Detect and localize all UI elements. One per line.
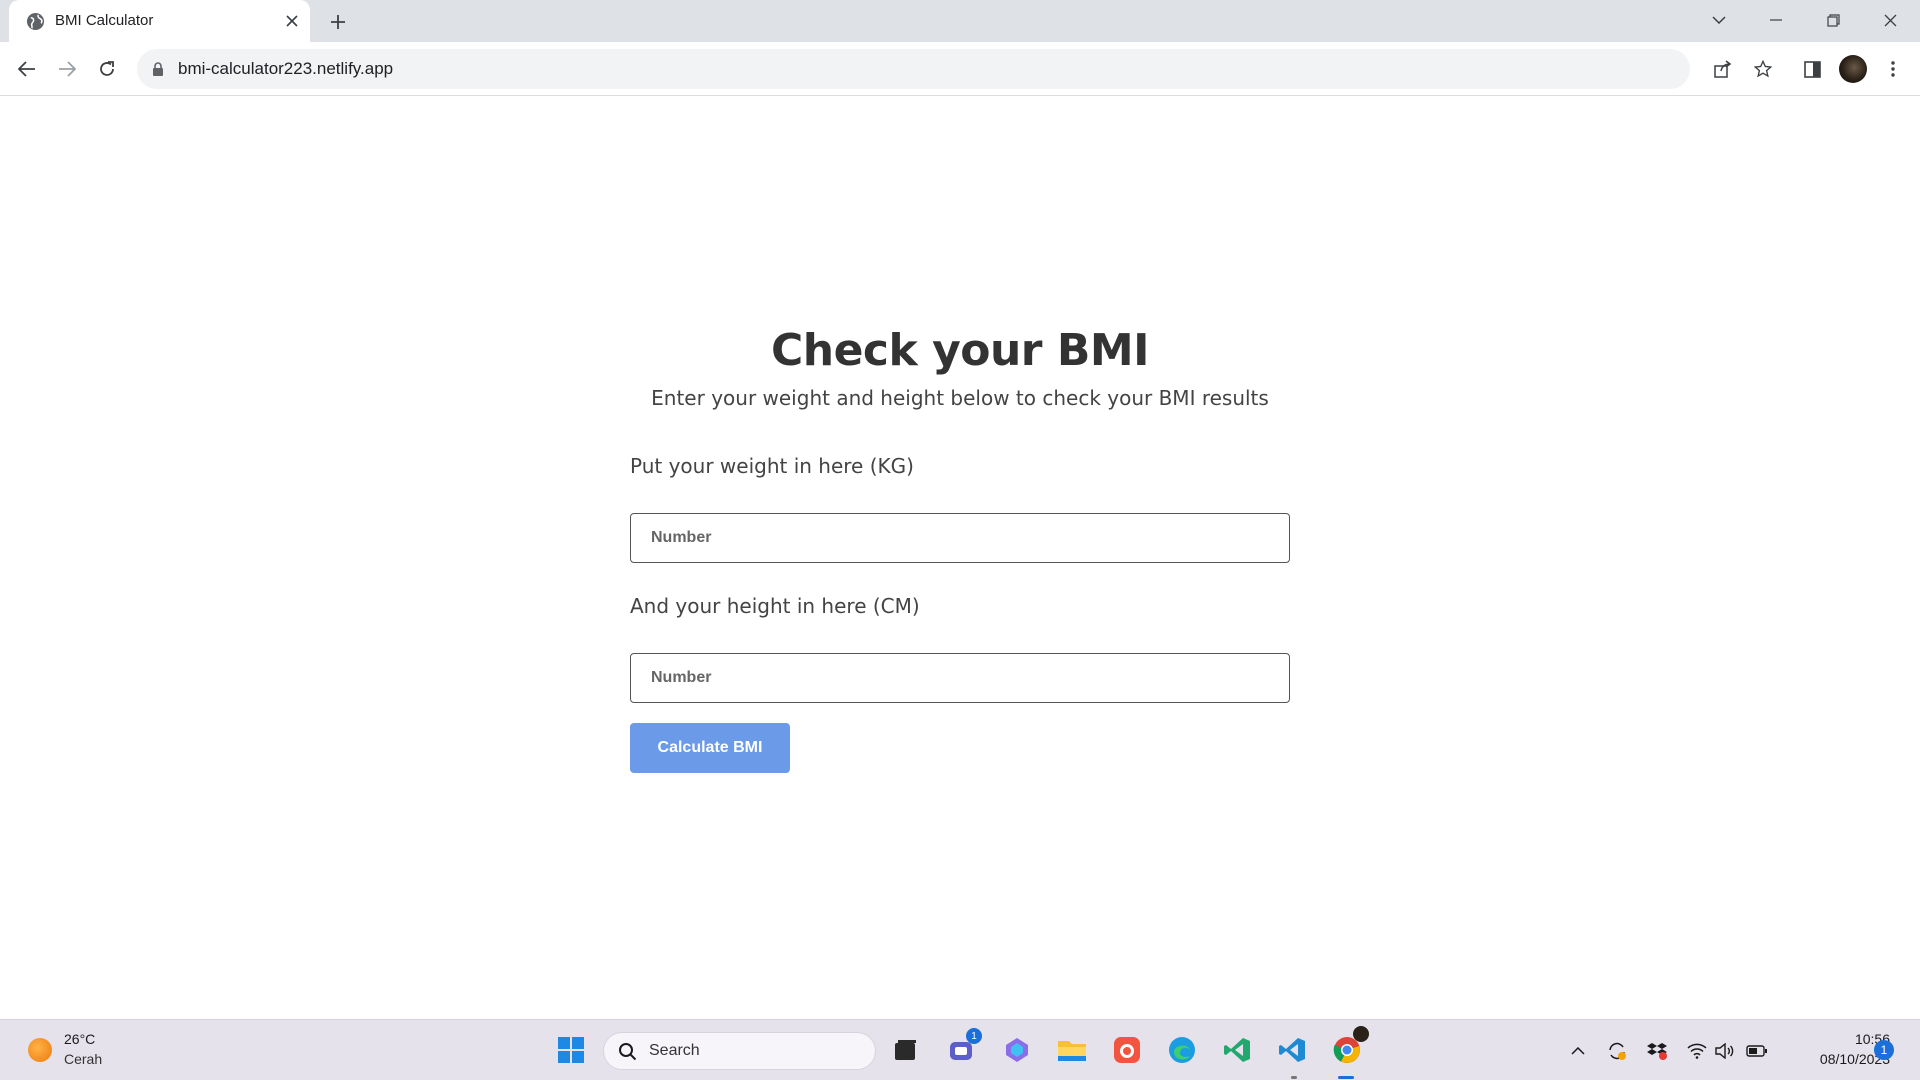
start-icon[interactable] — [555, 1034, 587, 1066]
teams-icon[interactable]: 1 — [946, 1028, 982, 1066]
browser-tab[interactable]: BMI Calculator — [9, 0, 310, 42]
battery-icon[interactable] — [1746, 1040, 1768, 1062]
clock-date[interactable]: 08/10/2023 — [1780, 1051, 1890, 1067]
tab-search-icon[interactable] — [1699, 4, 1739, 36]
edge-icon[interactable] — [1166, 1034, 1198, 1066]
wifi-icon[interactable] — [1686, 1040, 1708, 1062]
back-icon[interactable] — [12, 54, 42, 84]
calculate-bmi-button[interactable]: Calculate BMI — [630, 723, 790, 773]
task-view-icon[interactable] — [889, 1034, 921, 1066]
tab-strip: BMI Calculator — [0, 0, 1920, 42]
app-icon[interactable] — [1111, 1034, 1143, 1066]
weight-input[interactable] — [630, 513, 1290, 563]
page-content: Check your BMI Enter your weight and hei… — [0, 97, 1920, 1019]
search-label: Search — [649, 1042, 700, 1059]
weather-description[interactable]: Cerah — [64, 1051, 102, 1067]
file-explorer-icon[interactable] — [1056, 1034, 1088, 1066]
page-subtitle: Enter your weight and height below to ch… — [651, 386, 1269, 410]
profile-avatar[interactable] — [1839, 55, 1867, 83]
dropbox-icon[interactable] — [1646, 1040, 1668, 1062]
taskbar: 26°C Cerah Search 1 10:56 08/10/2023 1 — [0, 1019, 1920, 1080]
minimize-icon[interactable] — [1756, 4, 1796, 36]
height-input[interactable] — [630, 653, 1290, 703]
copilot-icon[interactable] — [1001, 1034, 1033, 1066]
tab-title: BMI Calculator — [55, 12, 154, 29]
weather-temperature[interactable]: 26°C — [64, 1031, 95, 1047]
url-text[interactable]: bmi-calculator223.netlify.app — [178, 59, 393, 79]
search-icon — [619, 1043, 637, 1061]
teams-badge: 1 — [966, 1028, 982, 1044]
side-panel-icon[interactable] — [1798, 55, 1826, 83]
address-bar[interactable]: bmi-calculator223.netlify.app — [137, 49, 1690, 89]
visual-studio-icon[interactable] — [1221, 1034, 1253, 1066]
running-indicator — [1291, 1076, 1297, 1079]
reload-icon[interactable] — [92, 54, 122, 84]
weather-sun-icon[interactable] — [28, 1038, 52, 1062]
notification-badge[interactable]: 1 — [1874, 1040, 1894, 1060]
active-app-indicator — [1338, 1076, 1354, 1079]
chrome-icon[interactable] — [1331, 1026, 1369, 1066]
vscode-icon[interactable] — [1276, 1034, 1308, 1066]
chrome-profile-badge — [1353, 1026, 1369, 1042]
close-window-icon[interactable] — [1870, 4, 1910, 36]
show-hidden-icons-icon[interactable] — [1567, 1040, 1589, 1062]
more-menu-icon[interactable] — [1879, 55, 1907, 83]
weight-label: Put your weight in here (KG) — [630, 454, 914, 478]
volume-icon[interactable] — [1714, 1040, 1736, 1062]
page-title: Check your BMI — [770, 325, 1150, 376]
globe-icon — [26, 12, 45, 31]
height-label: And your height in here (CM) — [630, 594, 920, 618]
restore-icon[interactable] — [1813, 4, 1853, 36]
browser-toolbar: bmi-calculator223.netlify.app — [0, 42, 1920, 96]
lock-icon[interactable] — [152, 62, 164, 76]
share-icon[interactable] — [1709, 55, 1737, 83]
forward-icon[interactable] — [52, 54, 82, 84]
sync-icon[interactable] — [1606, 1040, 1628, 1062]
bookmark-star-icon[interactable] — [1749, 55, 1777, 83]
new-tab-icon[interactable] — [326, 10, 350, 34]
taskbar-search[interactable]: Search — [603, 1032, 876, 1070]
close-tab-icon[interactable] — [282, 11, 302, 31]
